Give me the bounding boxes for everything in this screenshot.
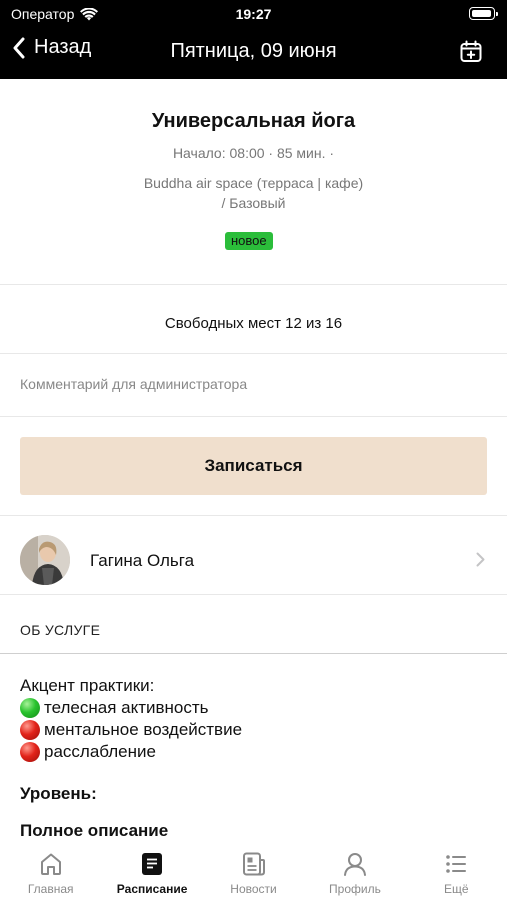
free-slots-text: Свободных мест 12 из 16 (164, 315, 343, 332)
nav-bar: Назад Пятница, 09 июня (0, 32, 507, 76)
accent-title: Акцент практики: (20, 676, 155, 695)
divider (0, 284, 507, 285)
list-item: ментальное воздействие (20, 719, 242, 741)
class-title: Универсальная йога (151, 110, 356, 132)
chevron-right-icon (476, 552, 485, 567)
red-circle-icon (20, 720, 40, 740)
class-location-line1: Buddha air space (терраса | кафе) (143, 175, 364, 191)
green-circle-icon (20, 698, 40, 718)
tab-profile[interactable]: Профиль (304, 842, 405, 900)
profile-icon (343, 853, 366, 876)
red-circle-icon (20, 742, 40, 762)
battery-icon (469, 7, 498, 20)
divider (0, 353, 507, 354)
tab-more[interactable]: Ещё (406, 842, 507, 900)
full-description-label: Полное описание (20, 821, 169, 840)
page-title: Пятница, 09 июня (170, 40, 337, 62)
tab-label: Профиль (329, 882, 381, 896)
home-icon (40, 853, 61, 875)
trainer-row[interactable]: Гагина Ольга (0, 527, 507, 593)
tab-label: Новости (230, 882, 277, 896)
schedule-icon (142, 853, 163, 875)
class-location: Buddha air space (терраса | кафе) / Базо… (0, 173, 507, 213)
list-item: расслабление (20, 741, 242, 763)
trainer-name: Гагина Ольга (90, 551, 195, 570)
list-item-text: ментальное воздействие (44, 720, 243, 739)
divider (0, 594, 507, 595)
admin-comment-input[interactable] (20, 376, 487, 392)
tab-home[interactable]: Главная (0, 842, 101, 900)
level-label: Уровень: (20, 784, 97, 803)
description-block: Акцент практики: телесная активность мен… (20, 675, 242, 763)
header: Оператор 19:27 Назад Пятница, 09 июня (0, 0, 507, 79)
tab-news[interactable]: Новости (203, 842, 304, 900)
more-icon (446, 855, 467, 873)
tab-label: Расписание (116, 882, 188, 896)
tab-schedule[interactable]: Расписание (101, 842, 202, 900)
signup-button-label: Записаться (204, 456, 303, 475)
status-time: 19:27 (235, 6, 272, 22)
class-meta: Начало: 08:00 · 85 мин. · (172, 145, 335, 161)
list-item-text: телесная активность (44, 698, 209, 717)
status-badge: новое (225, 232, 273, 250)
avatar (20, 535, 70, 585)
list-item-text: расслабление (44, 742, 156, 761)
calendar-add-icon[interactable] (459, 40, 483, 64)
signup-button[interactable]: Записаться (20, 437, 487, 495)
class-location-line2: / Базовый (221, 195, 286, 211)
about-section-header: ОБ УСЛУГЕ (20, 622, 101, 638)
tab-label: Главная (27, 882, 74, 896)
tab-bar: Главная Расписание Новости Профиль Ещё (0, 842, 507, 900)
news-icon (242, 852, 265, 876)
status-bar: Оператор 19:27 (0, 0, 507, 30)
divider (0, 515, 507, 516)
divider (0, 653, 507, 654)
divider (0, 416, 507, 417)
list-item: телесная активность (20, 697, 242, 719)
tab-label: Ещё (444, 882, 469, 896)
